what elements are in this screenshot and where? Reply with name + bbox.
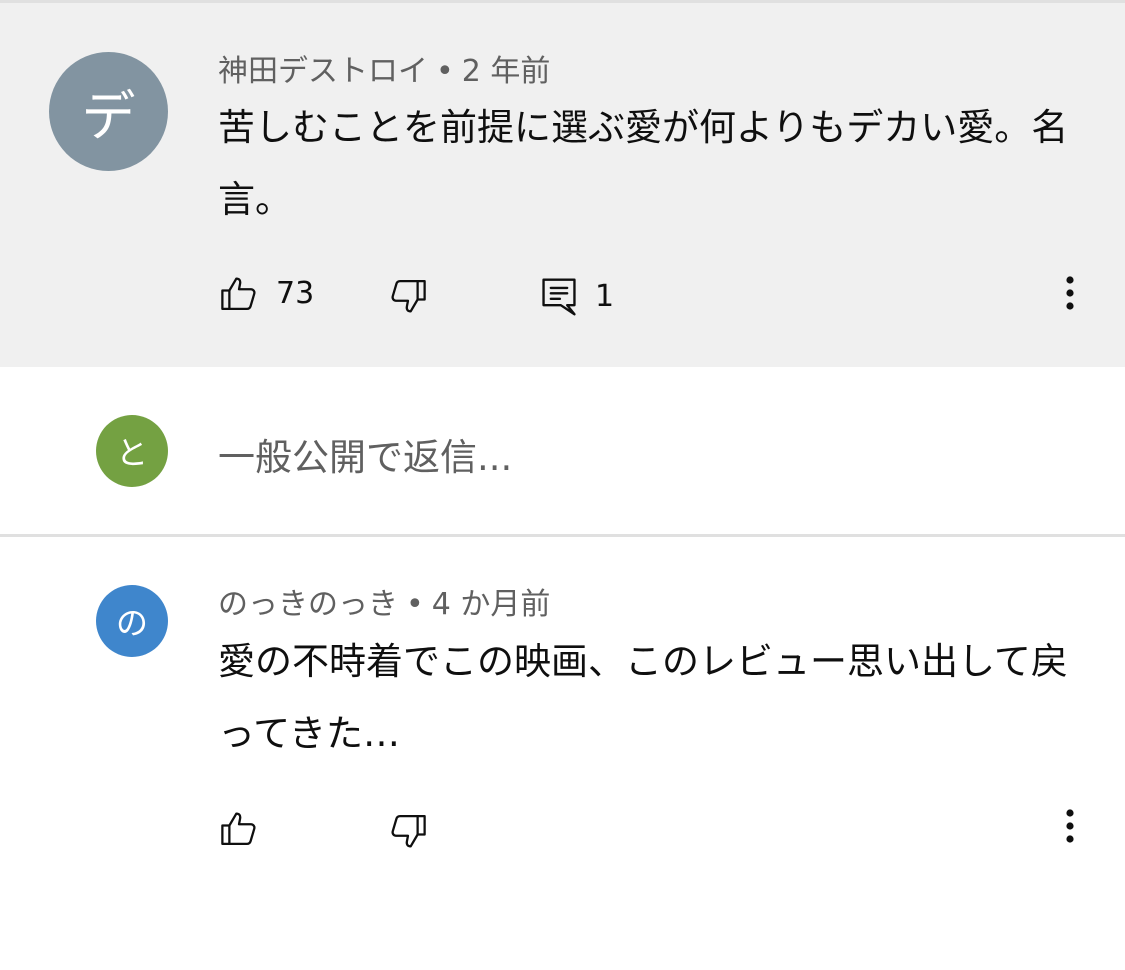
dislike-button[interactable] (387, 275, 429, 317)
more-options-button[interactable] (1050, 270, 1090, 320)
avatar[interactable]: デ (49, 52, 168, 171)
thumbs-down-icon (387, 275, 429, 317)
author-name[interactable]: 神田デストロイ (218, 54, 428, 89)
comment-time: 4 か月前 (431, 587, 551, 622)
comment-item: デ 神田デストロイ • 2 年前 苦しむことを前提に選ぶ愛が何よりもデカい愛。名言。… (0, 3, 1125, 367)
comment-reply-icon (539, 275, 579, 319)
comment-item: の のっきのっき • 4 か月前 愛の不時着でこの映画、このレビュー思い出して戻って… (0, 537, 1125, 970)
comment-text: 愛の不時着でこの映画、このレビュー思い出して戻ってきた… (218, 640, 1068, 755)
comment-time: 2 年前 (461, 54, 551, 89)
reply-input[interactable]: 一般公開で返信... (218, 427, 512, 481)
dislike-button[interactable] (387, 810, 429, 852)
more-vert-icon (1065, 275, 1075, 315)
comment-meta: 神田デストロイ • 2 年前 (218, 54, 550, 90)
like-count: 73 (276, 276, 315, 311)
reply-count: 1 (595, 279, 615, 314)
comment-text: 苦しむことを前提に選ぶ愛が何よりもデカい愛。名言。 (218, 106, 1069, 221)
thumbs-up-icon (218, 808, 260, 850)
more-options-button[interactable] (1050, 803, 1090, 853)
reply-box: と 一般公開で返信... (0, 367, 1125, 534)
avatar[interactable]: と (96, 415, 168, 487)
thumbs-up-icon (218, 273, 260, 315)
author-name[interactable]: のっきのっき (218, 587, 398, 622)
like-button[interactable]: 73 (218, 273, 314, 315)
more-vert-icon (1065, 808, 1075, 848)
reply-button[interactable]: 1 (539, 275, 614, 319)
meta-separator: • (406, 587, 424, 622)
like-button[interactable] (218, 808, 276, 850)
thumbs-down-icon (387, 810, 429, 852)
comment-meta: のっきのっき • 4 か月前 (218, 587, 550, 623)
meta-separator: • (436, 54, 454, 89)
avatar[interactable]: の (96, 585, 168, 657)
